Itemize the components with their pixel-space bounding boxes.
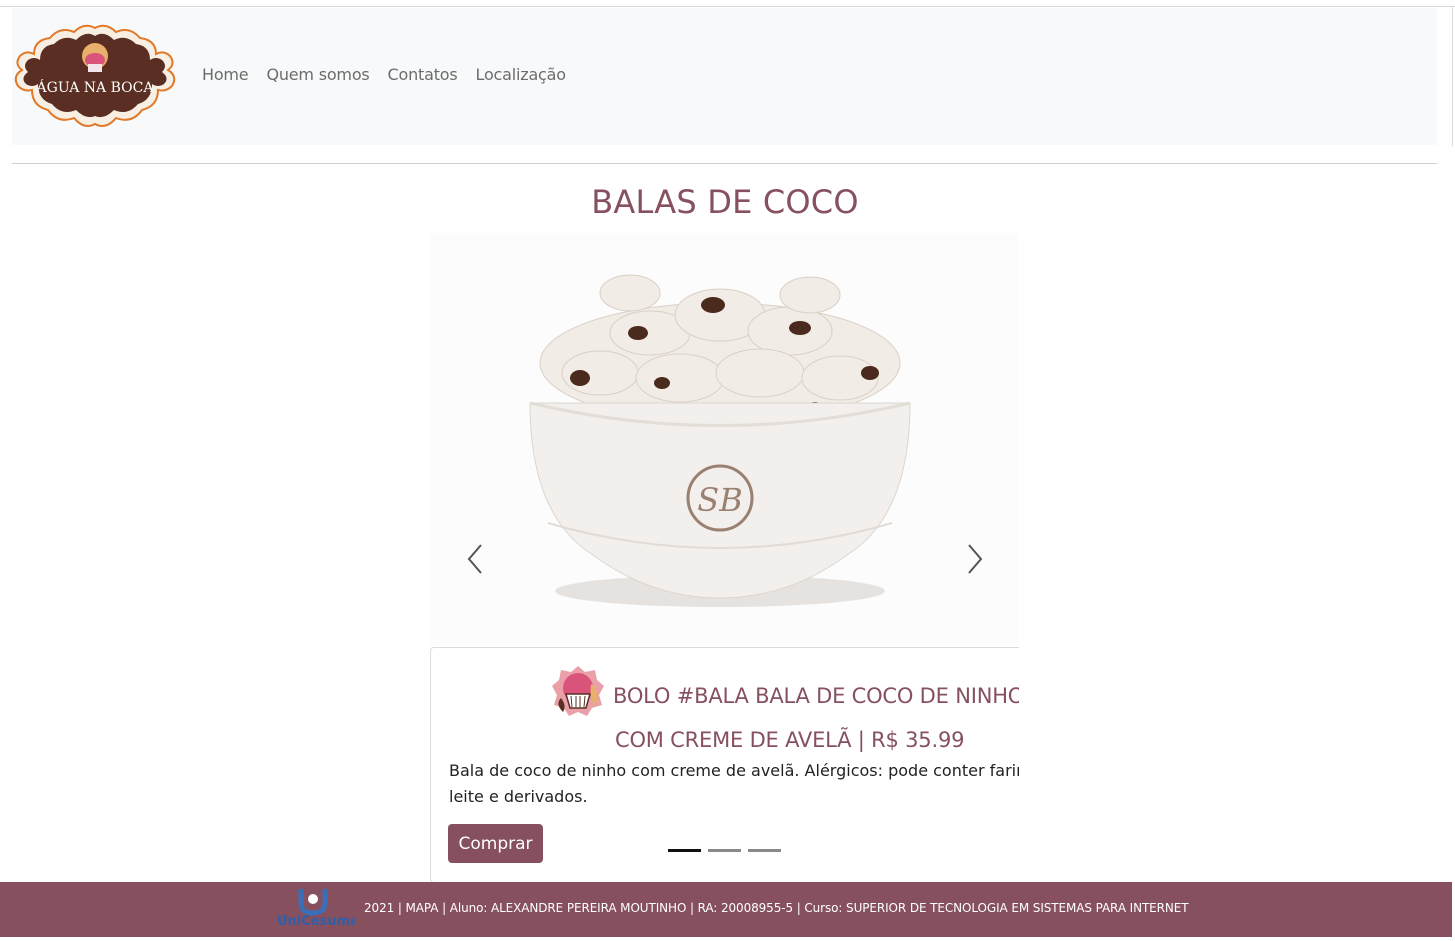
nav-links: Home Quem somos Contatos Localização — [202, 65, 584, 84]
card-title-line1: BOLO #BALA BALA DE COCO DE NINHO — [613, 684, 1019, 708]
carousel-indicator-3[interactable] — [748, 849, 781, 852]
buy-button[interactable]: Comprar — [448, 824, 543, 863]
carousel-indicator-1[interactable] — [668, 849, 701, 852]
svg-text:ÁGUA NA BOCA: ÁGUA NA BOCA — [36, 78, 155, 96]
nav-home[interactable]: Home — [202, 65, 249, 84]
carousel-indicators — [668, 849, 781, 852]
product-image: SB — [430, 233, 1019, 645]
card-description: Bala de coco de ninho com creme de avelã… — [449, 758, 1019, 810]
svg-text:UniCesumar: UniCesumar — [277, 914, 355, 929]
product-card: BOLO #BALA BALA DE COCO DE NINHO COM CRE… — [430, 647, 1019, 883]
carousel-indicator-2[interactable] — [708, 849, 741, 852]
footer: UniCesumar 2021 | MAPA | Aluno: ALEXANDR… — [0, 882, 1452, 937]
nav-quem-somos[interactable]: Quem somos — [266, 65, 369, 84]
browser-top-border — [0, 6, 1455, 7]
cupcake-logo-icon — [552, 666, 604, 716]
svg-text:SB: SB — [697, 481, 742, 519]
page-title: BALAS DE COCO — [591, 183, 859, 221]
carousel-prev-icon[interactable] — [460, 539, 490, 579]
unicesumar-logo: UniCesumar — [277, 889, 355, 929]
nav-contatos[interactable]: Contatos — [388, 65, 458, 84]
scrollbar-edge — [1452, 6, 1453, 146]
divider — [12, 163, 1437, 164]
product-carousel: SB BOLO #BALA BALA DE COCO DE NINHO COM … — [430, 233, 1019, 883]
card-text-line1: Bala de coco de ninho com creme de avelã… — [449, 761, 1019, 780]
card-title-line2: COM CREME DE AVELÃ | R$ 35.99 — [615, 728, 965, 752]
card-text-line2: leite e derivados. — [449, 787, 588, 806]
card-title: BOLO #BALA BALA DE COCO DE NINHO COM CRE… — [613, 674, 1019, 762]
navbar: ÁGUA NA BOCA Home Quem somos Contatos Lo… — [12, 8, 1437, 145]
carousel-next-icon[interactable] — [960, 539, 990, 579]
nav-localizacao[interactable]: Localização — [476, 65, 567, 84]
footer-text: 2021 | MAPA | Aluno: ALEXANDRE PEREIRA M… — [364, 901, 1189, 915]
brand-logo[interactable]: ÁGUA NA BOCA — [12, 20, 178, 132]
